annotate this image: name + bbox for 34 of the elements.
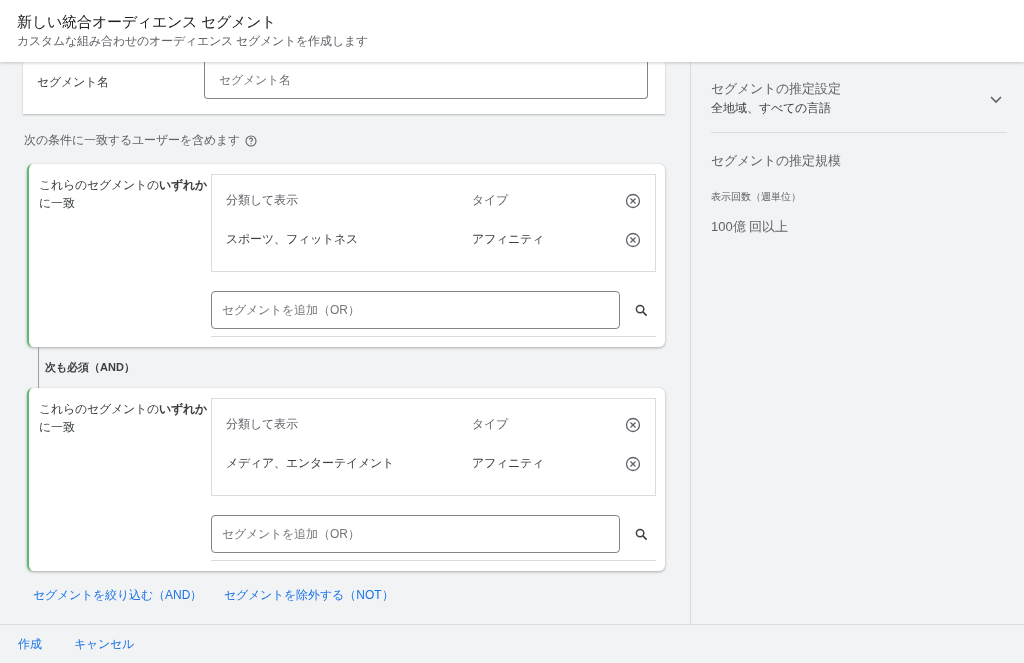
search-icon[interactable] xyxy=(635,527,648,541)
condition-text: これらのセグメントのいずれかに一致 xyxy=(39,177,208,212)
remove-icon[interactable] xyxy=(625,455,641,472)
add-segment-field[interactable]: セグメントを追加（OR） xyxy=(211,515,620,553)
page-subtitle: カスタムな組み合わせのオーディエンス セグメントを作成します xyxy=(17,33,370,50)
size-title: セグメントの推定規模 xyxy=(711,152,842,170)
settings-value: 全地域、すべての言語 xyxy=(711,100,832,117)
add-condition-link[interactable]: セグメントを除外する（NOT） xyxy=(224,587,394,604)
remove-icon[interactable] xyxy=(625,231,641,248)
table-cell-text: スポーツ、フィットネス xyxy=(226,231,359,248)
settings-title: セグメントの推定設定 xyxy=(711,80,841,98)
table-cell-text: アフィニティ xyxy=(472,231,545,248)
search-icon[interactable] xyxy=(635,303,648,317)
metric-value: 100億 回以上 xyxy=(711,218,790,236)
column-header: 分類して表示 xyxy=(226,193,299,208)
column-header: 分類して表示 xyxy=(226,417,299,432)
footer-button[interactable]: キャンセル xyxy=(68,631,140,657)
include-label: 次の条件に一致するユーザーを含めます xyxy=(24,132,240,149)
segment-name-field[interactable]: セグメント名 xyxy=(204,62,648,99)
and-connector-label: 次も必須（AND） xyxy=(45,360,135,375)
remove-icon[interactable] xyxy=(625,192,641,209)
footer-button[interactable]: 作成 xyxy=(12,631,48,657)
field-label: セグメント名 xyxy=(37,74,110,91)
table-cell-text: アフィニティ xyxy=(472,455,545,472)
column-header: タイプ xyxy=(472,193,510,208)
metric-label: 表示回数（週単位） xyxy=(711,190,802,204)
column-header: タイプ xyxy=(472,417,510,432)
help-icon[interactable] xyxy=(245,134,257,147)
add-condition-link[interactable]: セグメントを絞り込む（AND） xyxy=(33,587,203,604)
add-segment-field[interactable]: セグメントを追加（OR） xyxy=(211,291,620,329)
page-title: 新しい統合オーディエンス セグメント xyxy=(17,13,278,32)
table-cell-text: メディア、エンターテイメント xyxy=(226,455,395,472)
condition-text: これらのセグメントのいずれかに一致 xyxy=(39,401,208,436)
remove-icon[interactable] xyxy=(625,416,641,433)
